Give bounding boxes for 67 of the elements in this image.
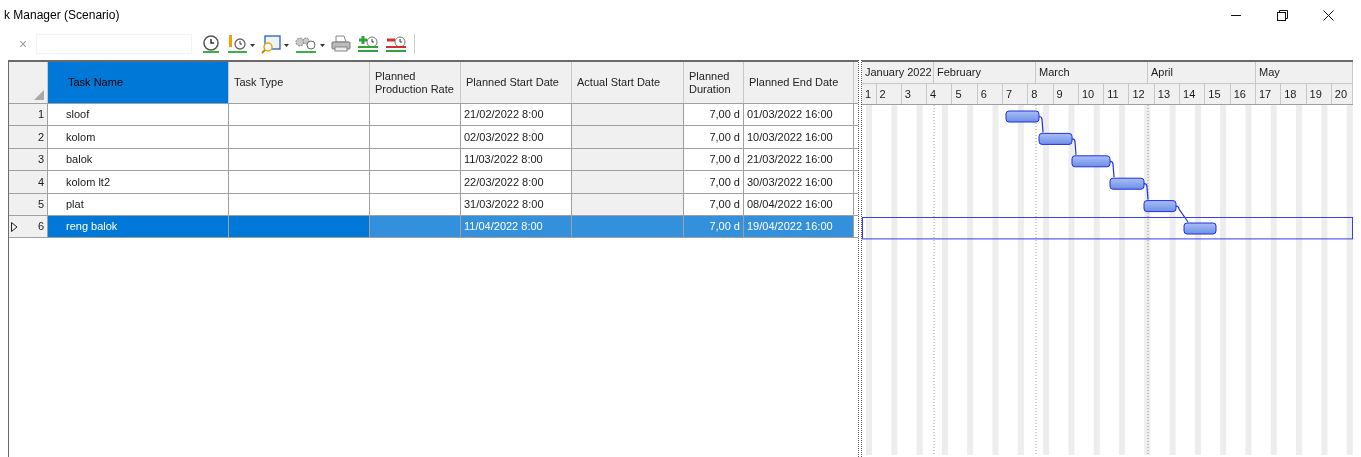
end-date-cell: 21/03/2022 16:00 [744, 148, 854, 171]
column-header[interactable]: Planned Production Rate [370, 62, 461, 103]
week-header: 16 [1230, 84, 1256, 104]
week-header: 15 [1205, 84, 1231, 104]
window-title: k Manager (Scenario) [3, 7, 120, 24]
end-date-cell: 30/03/2022 16:00 [744, 171, 854, 193]
month-header: May [1256, 62, 1353, 83]
month-header: March [1036, 62, 1148, 83]
row-number: 6 [37, 219, 44, 235]
restore-icon[interactable] [1276, 9, 1288, 21]
column-header[interactable]: Task Name [48, 62, 229, 103]
task-name-cell: reng balok [48, 215, 229, 238]
zoom-dropdown-icon[interactable] [260, 32, 290, 55]
week-header: 7 [1003, 84, 1029, 104]
task-bar[interactable] [1183, 222, 1217, 235]
printer-icon[interactable] [330, 32, 352, 55]
row-number: 1 [37, 107, 44, 123]
week-header: 10 [1078, 84, 1105, 104]
week-header: 13 [1154, 84, 1181, 104]
week-header: 2 [876, 84, 902, 104]
week-header: 4 [927, 84, 953, 104]
column-header[interactable]: Planned Duration [684, 62, 744, 103]
row-number: 2 [37, 129, 44, 145]
clock-dropdown-icon[interactable] [226, 32, 256, 55]
week-header: 6 [977, 84, 1003, 104]
start-date-cell: 02/03/2022 8:00 [461, 126, 572, 148]
month-header: April [1148, 62, 1256, 83]
week-header: 12 [1129, 84, 1155, 104]
week-header: 20 [1331, 84, 1353, 104]
start-date-cell: 31/03/2022 8:00 [461, 193, 572, 215]
row-number: 3 [37, 152, 44, 168]
column-header[interactable]: Actual Start Date [572, 62, 684, 103]
start-date-cell: 11/03/2022 8:00 [461, 148, 572, 171]
week-header: 19 [1306, 84, 1332, 104]
end-date-cell: 19/04/2022 16:00 [744, 215, 854, 238]
task-bar[interactable] [1005, 110, 1040, 123]
current-row-icon [11, 221, 18, 232]
column-header[interactable]: Planned End Date [744, 62, 854, 103]
task-bar[interactable] [1038, 132, 1073, 145]
week-header: 9 [1053, 84, 1079, 104]
task-bar[interactable] [1143, 200, 1177, 213]
week-header: 3 [901, 84, 928, 104]
week-header: 1 [862, 84, 877, 104]
row-number: 4 [37, 174, 44, 190]
end-date-cell: 10/03/2022 16:00 [744, 126, 854, 148]
week-header: 11 [1104, 84, 1130, 104]
week-header: 5 [952, 84, 978, 104]
duration-cell: 7,00 d [684, 215, 744, 238]
end-date-cell: 08/04/2022 16:00 [744, 193, 854, 215]
column-header[interactable]: Task Type [229, 62, 370, 103]
task-bar[interactable] [1109, 177, 1145, 190]
week-header: 8 [1028, 84, 1054, 104]
clock-icon[interactable] [200, 32, 222, 55]
row-number: 5 [37, 197, 44, 212]
close-icon[interactable] [1322, 9, 1334, 21]
start-date-cell: 11/04/2022 8:00 [461, 215, 572, 238]
start-date-cell: 21/02/2022 8:00 [461, 104, 572, 126]
week-header: 17 [1255, 84, 1282, 104]
month-header: January 2022 [862, 62, 934, 83]
week-header: 18 [1281, 84, 1307, 104]
column-header[interactable]: Planned Start Date [461, 62, 572, 103]
start-date-cell: 22/03/2022 8:00 [461, 171, 572, 193]
week-header: 14 [1180, 84, 1206, 104]
end-date-cell: 01/03/2022 16:00 [744, 104, 854, 126]
month-header: February [934, 62, 1036, 83]
task-bar[interactable] [1071, 155, 1111, 168]
corner-triangle-icon [34, 90, 44, 100]
